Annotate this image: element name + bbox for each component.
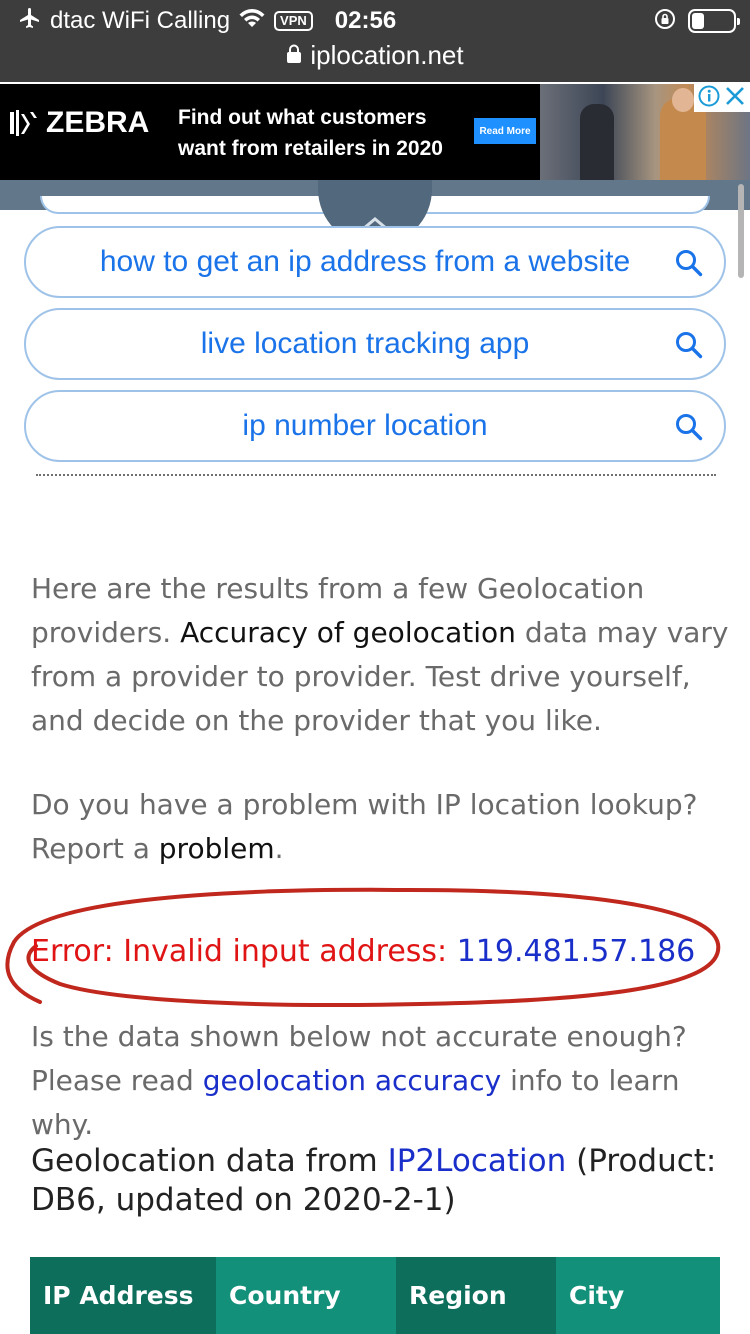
report-paragraph: Do you have a problem with IP location l…: [31, 783, 731, 871]
search-icon: [674, 330, 704, 368]
address-bar[interactable]: iplocation.net: [0, 38, 750, 72]
problem-link[interactable]: problem: [159, 832, 275, 865]
ad-banner[interactable]: ZEBRA Find out what customers want from …: [0, 84, 750, 180]
ad-headline: Find out what customers want from retail…: [178, 102, 478, 164]
error-message: Error: Invalid input address: 119.481.57…: [31, 930, 731, 974]
status-right: [654, 6, 740, 36]
suggestion-pill[interactable]: how to get an ip address from a website: [24, 226, 726, 298]
status-left: dtac WiFi Calling VPN 02:56: [18, 6, 396, 36]
ad-headline-line-2: want from retailers in 2020: [178, 137, 443, 160]
accuracy-link[interactable]: Accuracy of geolocation: [180, 616, 516, 649]
provider-heading: Geolocation data from IP2Location (Produ…: [31, 1142, 731, 1220]
ip2location-link[interactable]: IP2Location: [388, 1143, 567, 1179]
wifi-icon: [238, 7, 266, 36]
column-header-city: City: [556, 1257, 720, 1334]
zebra-logo: ZEBRA: [6, 106, 149, 140]
url-text: iplocation.net: [310, 39, 464, 70]
divider: [36, 474, 716, 476]
ad-brand: ZEBRA: [46, 106, 150, 139]
suggestion-pill[interactable]: live location tracking app: [24, 308, 726, 380]
provider-heading-text: Geolocation data from: [31, 1143, 388, 1179]
zebra-head-icon: [10, 110, 37, 136]
intro-paragraph: Here are the results from a few Geolocat…: [31, 567, 731, 743]
status-bar: dtac WiFi Calling VPN 02:56 iplocation.n…: [0, 0, 750, 82]
suggestion-label: live location tracking app: [200, 327, 530, 360]
rotation-lock-icon: [654, 8, 676, 34]
geolocation-accuracy-link[interactable]: geolocation accuracy: [203, 1064, 501, 1097]
suggestion-label: how to get an ip address from a website: [99, 245, 631, 278]
ad-headline-line-1: Find out what customers: [178, 106, 427, 129]
search-icon: [674, 248, 704, 286]
clock: 02:56: [334, 7, 397, 34]
suggestion-label: ip number location: [242, 409, 488, 442]
results-table-header: IP Address Country Region City: [30, 1257, 720, 1334]
accuracy-note: Is the data shown below not accurate eno…: [31, 1015, 731, 1147]
ad-close-icon[interactable]: [724, 85, 746, 111]
ad-choices[interactable]: [694, 84, 750, 112]
ad-info-icon[interactable]: [698, 85, 720, 111]
airplane-icon: [18, 6, 42, 37]
lock-icon: [286, 40, 302, 71]
column-header-country: Country: [216, 1257, 396, 1334]
report-text: Do you have a problem with IP location l…: [31, 788, 698, 865]
report-text-end: .: [274, 832, 284, 865]
suggestion-pill[interactable]: ip number location: [24, 390, 726, 462]
battery-icon: [688, 9, 740, 33]
carrier-label: dtac WiFi Calling: [50, 7, 231, 34]
column-header-ip-address: IP Address: [30, 1257, 216, 1334]
battery-fill: [692, 13, 704, 29]
error-label: Error: Invalid input address:: [31, 934, 457, 969]
ad-read-more-button[interactable]: Read More: [474, 118, 536, 144]
error-ip-value: 119.481.57.186: [456, 934, 696, 969]
vpn-badge: VPN: [274, 11, 313, 31]
scrollbar[interactable]: [738, 184, 744, 278]
search-icon: [674, 412, 704, 450]
column-header-region: Region: [396, 1257, 556, 1334]
